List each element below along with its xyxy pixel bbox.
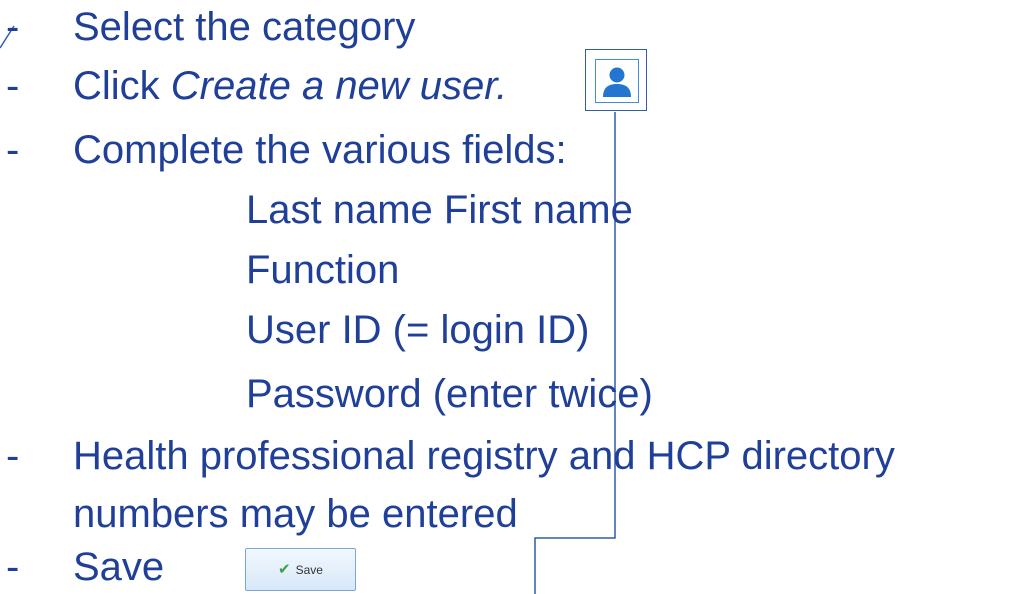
step-click-create-user: Click Create a new user. bbox=[73, 62, 507, 110]
bullet-dash: - bbox=[6, 128, 20, 172]
step-select-category: Select the category bbox=[73, 5, 416, 49]
bullet-dash: - bbox=[6, 5, 20, 49]
step-registry-line-1: Health professional registry and HCP dir… bbox=[73, 434, 895, 478]
user-icon bbox=[603, 67, 631, 97]
field-password-label: Password (enter twice) bbox=[246, 372, 653, 416]
step-click-prefix: Click bbox=[73, 64, 171, 108]
checkmark-icon: ✔ bbox=[278, 561, 291, 578]
field-function-label: Function bbox=[246, 248, 400, 292]
user-icon-frame bbox=[595, 59, 639, 103]
create-user-button[interactable] bbox=[585, 49, 647, 111]
field-name-label: Last name First name bbox=[246, 188, 633, 232]
bullet-dash: - bbox=[6, 64, 20, 108]
bullet-dash: - bbox=[6, 434, 20, 478]
step-registry-line-2: numbers may be entered bbox=[73, 492, 518, 536]
save-button-label: Save bbox=[295, 562, 323, 577]
step-save: Save bbox=[73, 545, 165, 589]
instruction-page: - Select the category - Click Create a n… bbox=[0, 0, 1034, 594]
save-button[interactable]: ✔ Save bbox=[245, 548, 356, 591]
field-user-id-label: User ID (= login ID) bbox=[246, 308, 590, 352]
create-new-user-text: Create a new user. bbox=[170, 64, 508, 108]
step-complete-fields: Complete the various fields: bbox=[73, 128, 567, 172]
bullet-dash: - bbox=[6, 545, 20, 589]
